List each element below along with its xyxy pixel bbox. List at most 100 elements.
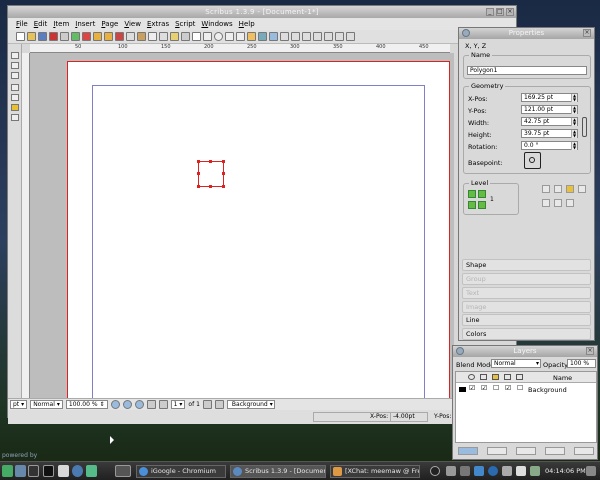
new-icon[interactable] [16, 32, 25, 41]
undo-icon[interactable] [93, 32, 102, 41]
menu-edit[interactable]: Edit [34, 18, 48, 30]
pdf-checkbox-icon[interactable] [11, 62, 19, 69]
measure-icon[interactable] [324, 32, 333, 41]
print-icon[interactable] [60, 32, 69, 41]
section-text[interactable]: Text [462, 287, 591, 299]
selection-handle[interactable] [222, 172, 225, 175]
pdf-list-icon[interactable] [11, 84, 19, 91]
file-manager-icon[interactable] [15, 465, 26, 477]
window-titlebar[interactable]: Scribus 1.3.9 - [Document-1*] _ □ × [8, 6, 516, 18]
xpos-field[interactable]: 169.25 pt ▲ ▼ [521, 93, 578, 102]
close-doc-icon[interactable] [49, 32, 58, 41]
pdf-icon[interactable] [82, 32, 91, 41]
monitor-icon[interactable] [28, 465, 39, 477]
flip-horizontal-icon[interactable] [542, 185, 550, 193]
ypos-field[interactable]: 121.00 pt ▲ ▼ [521, 105, 578, 114]
paste-icon[interactable] [137, 32, 146, 41]
menu-view[interactable]: View [124, 18, 141, 30]
flip-vertical-icon[interactable] [554, 185, 562, 193]
first-page-icon[interactable] [146, 400, 156, 409]
document-page[interactable] [67, 61, 450, 398]
selection-handle[interactable] [209, 160, 212, 163]
update-icon[interactable] [530, 466, 540, 476]
copy-properties-icon[interactable] [335, 32, 344, 41]
zoom-in-icon[interactable] [134, 400, 144, 409]
preflight-icon[interactable] [71, 32, 80, 41]
menu-page[interactable]: Page [101, 18, 118, 30]
rotation-field[interactable]: 0.0 ° ▲ ▼ [521, 141, 578, 150]
name-field[interactable]: Polygon1 [467, 66, 587, 75]
copy-icon[interactable] [126, 32, 135, 41]
cut-icon[interactable] [115, 32, 124, 41]
anchor-icon[interactable] [566, 199, 574, 207]
select-icon[interactable] [148, 32, 157, 41]
layers-titlebar[interactable]: Layers × [453, 346, 597, 357]
raise-to-top-icon[interactable] [468, 190, 476, 198]
lower-to-bottom-icon[interactable] [478, 201, 486, 209]
rotate-icon[interactable] [258, 32, 267, 41]
prev-page-icon[interactable] [158, 400, 168, 409]
section-colors[interactable]: Colors [462, 328, 591, 340]
volume-icon[interactable] [446, 466, 456, 476]
preview-mode-select[interactable]: Normal ▾ [30, 400, 63, 409]
lower-layer-icon[interactable] [574, 447, 594, 455]
layer-row[interactable]: ☑ ☑ ☐ ☑ ☐ Background [456, 384, 596, 395]
freehand-icon[interactable] [247, 32, 256, 41]
zoom-100-icon[interactable] [122, 400, 132, 409]
shape-icon[interactable] [203, 32, 212, 41]
notification-icon[interactable] [586, 466, 596, 476]
zoom-input[interactable]: 100.00 % ⇕ [65, 400, 108, 409]
keep-ratio-chain-icon[interactable] [582, 117, 587, 137]
display-icon[interactable] [460, 466, 470, 476]
pdf-checkmark-icon[interactable] [11, 72, 19, 79]
eyedropper-icon[interactable] [346, 32, 355, 41]
menu-script[interactable]: Script [175, 18, 195, 30]
no-print-icon[interactable] [542, 199, 550, 207]
terminal-icon[interactable] [43, 465, 54, 477]
polygon-icon[interactable] [214, 32, 223, 41]
text-frame-icon[interactable] [159, 32, 168, 41]
pdf-combo-icon[interactable] [11, 94, 19, 101]
basepoint-center[interactable] [529, 157, 535, 163]
network-icon[interactable] [502, 466, 512, 476]
power-icon[interactable] [430, 466, 440, 476]
selection-handle[interactable] [197, 185, 200, 188]
task-xchat[interactable]: [XChat: meemaw @ Free... [330, 465, 420, 478]
raise-layer-icon[interactable] [545, 447, 565, 455]
close-icon[interactable]: × [506, 8, 514, 16]
link-frames-icon[interactable] [302, 32, 311, 41]
pdf-link-icon[interactable] [11, 104, 19, 111]
browser-icon[interactable] [58, 465, 69, 477]
menu-windows[interactable]: Windows [201, 18, 232, 30]
edit-contents-icon[interactable] [280, 32, 289, 41]
selection-handle[interactable] [209, 185, 212, 188]
skype-icon[interactable] [516, 466, 526, 476]
unlink-frames-icon[interactable] [313, 32, 322, 41]
flow-checkbox[interactable]: ☑ [505, 384, 511, 392]
unit-select[interactable]: pt ▾ [10, 400, 28, 409]
height-field[interactable]: 39.75 pt ▲ ▼ [521, 129, 578, 138]
layer-select[interactable]: Background ▾ [226, 400, 275, 409]
section-group[interactable]: Group [462, 273, 591, 285]
close-icon[interactable]: × [586, 347, 594, 355]
spin-icon[interactable]: ▲ ▼ [571, 130, 577, 138]
spin-icon[interactable]: ▲ ▼ [571, 142, 577, 150]
lock-icon[interactable] [566, 185, 574, 193]
edit-text-icon[interactable] [291, 32, 300, 41]
printer-icon[interactable] [474, 466, 484, 476]
image-frame-icon[interactable] [170, 32, 179, 41]
properties-titlebar[interactable]: Properties × [459, 28, 594, 39]
redo-icon[interactable] [104, 32, 113, 41]
section-shape[interactable]: Shape [462, 259, 591, 271]
task-scribus[interactable]: Scribus 1.3.9 - [Documen... [230, 465, 326, 478]
section-image[interactable]: Image [462, 301, 591, 313]
raise-icon[interactable] [478, 190, 486, 198]
clock[interactable]: 04:14:06 PM [545, 467, 586, 475]
menu-help[interactable]: Help [239, 18, 255, 30]
spin-icon[interactable]: ▲ ▼ [571, 106, 577, 114]
table-icon[interactable] [192, 32, 201, 41]
zoom-out-icon[interactable] [110, 400, 120, 409]
size-lock-icon[interactable] [578, 185, 586, 193]
add-layer-icon[interactable] [458, 447, 478, 455]
start-menu-icon[interactable] [2, 465, 13, 477]
